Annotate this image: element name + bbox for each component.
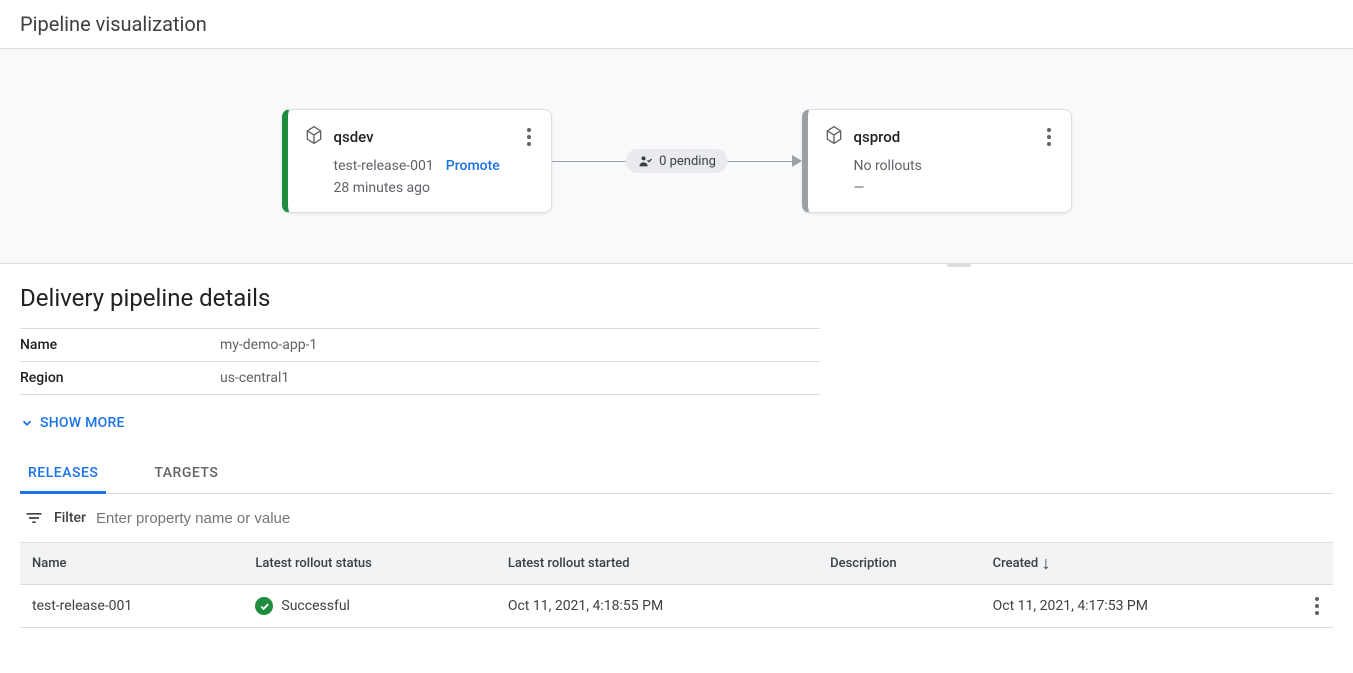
promote-button[interactable]: Promote xyxy=(446,158,500,174)
stage-status: No rollouts xyxy=(854,158,922,174)
table-row: test-release-001 Successful Oct 11, 2021… xyxy=(20,585,1333,628)
tab-releases[interactable]: RELEASES xyxy=(20,455,106,494)
detail-value: us-central1 xyxy=(220,362,820,395)
col-status[interactable]: Latest rollout status xyxy=(243,543,495,585)
details-table: Name my-demo-app-1 Region us-central1 xyxy=(20,328,820,395)
stage-name: qsdev xyxy=(334,128,374,146)
stage-menu-button[interactable] xyxy=(523,124,535,150)
tab-targets[interactable]: TARGETS xyxy=(146,455,226,494)
pending-badge[interactable]: 0 pending xyxy=(625,149,728,173)
more-vert-icon xyxy=(1315,597,1321,615)
row-menu-button[interactable] xyxy=(1303,585,1333,628)
show-more-label: SHOW MORE xyxy=(40,415,125,431)
stage-time: 28 minutes ago xyxy=(334,180,535,196)
detail-value: my-demo-app-1 xyxy=(220,329,820,362)
col-description[interactable]: Description xyxy=(818,543,980,585)
stage-card-qsdev[interactable]: qsdev test-release-001 Promote 28 minute… xyxy=(282,109,552,213)
pipeline-visualization: qsdev test-release-001 Promote 28 minute… xyxy=(0,48,1353,264)
chevron-down-icon xyxy=(20,416,34,430)
releases-table: Name Latest rollout status Latest rollou… xyxy=(20,542,1333,628)
more-vert-icon xyxy=(527,128,531,146)
col-created[interactable]: Created ↓ xyxy=(981,543,1303,585)
detail-label: Name xyxy=(20,329,220,362)
release-description xyxy=(818,585,980,628)
stage-menu-button[interactable] xyxy=(1043,124,1055,150)
filter-icon xyxy=(24,508,44,528)
sort-desc-icon: ↓ xyxy=(1041,553,1050,574)
stage-card-qsprod[interactable]: qsprod No rollouts — xyxy=(802,109,1072,213)
rollout-started: Oct 11, 2021, 4:18:55 PM xyxy=(496,585,818,628)
details-title: Delivery pipeline details xyxy=(20,284,1333,312)
stage-name: qsprod xyxy=(854,128,901,146)
release-created: Oct 11, 2021, 4:17:53 PM xyxy=(981,585,1303,628)
release-name[interactable]: test-release-001 xyxy=(20,585,243,628)
stage-placeholder: — xyxy=(854,180,1055,196)
resize-handle[interactable] xyxy=(947,263,971,267)
tabs: RELEASES TARGETS xyxy=(20,455,1333,494)
pending-count: 0 pending xyxy=(659,154,716,169)
cube-icon xyxy=(824,125,844,149)
detail-row: Region us-central1 xyxy=(20,362,820,395)
col-name[interactable]: Name xyxy=(20,543,243,585)
cube-icon xyxy=(304,125,324,149)
success-icon xyxy=(255,597,273,615)
detail-row: Name my-demo-app-1 xyxy=(20,329,820,362)
filter-label: Filter xyxy=(54,510,86,526)
filter-input[interactable] xyxy=(96,510,1329,527)
more-vert-icon xyxy=(1047,128,1051,146)
stage-connector: 0 pending xyxy=(552,155,802,167)
status-text: Successful xyxy=(281,598,350,614)
visualization-title: Pipeline visualization xyxy=(0,0,1353,48)
person-review-icon xyxy=(637,153,653,169)
detail-label: Region xyxy=(20,362,220,395)
stage-release-name: test-release-001 xyxy=(334,158,434,174)
show-more-button[interactable]: SHOW MORE xyxy=(20,415,1333,431)
col-started[interactable]: Latest rollout started xyxy=(496,543,818,585)
